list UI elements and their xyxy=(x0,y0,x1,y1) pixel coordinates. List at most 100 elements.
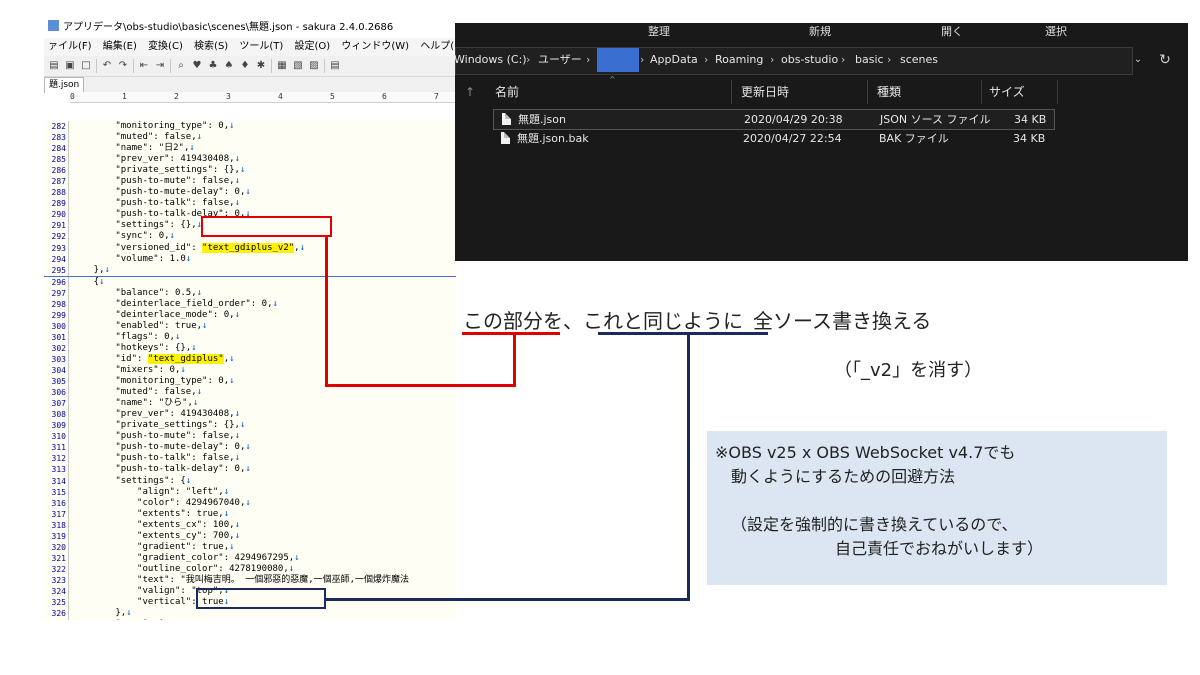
mark-icon[interactable]: ✱ xyxy=(255,60,267,72)
code-lines: 282 "monitoring_type": 0,↓ 283 "muted": f… xyxy=(44,121,456,620)
code-line: 318 "extents_cx": 100,↓ xyxy=(44,520,456,531)
breadcrumb-scenes[interactable]: scenes xyxy=(900,48,938,72)
note-line-2: 動くようにするための回避方法 xyxy=(731,467,956,486)
menu-tools[interactable]: ツール(T) xyxy=(235,41,287,52)
editor-text-area[interactable]: 282 "monitoring_type": 0,↓ 283 "muted": f… xyxy=(44,121,456,620)
file-icon xyxy=(501,132,510,144)
newline-mark-icon: ↓ xyxy=(272,298,278,309)
macro-icon[interactable]: ▨ xyxy=(308,60,320,72)
instruction-text: この部分を、これと同じように 全ソース書き換える xyxy=(463,305,931,334)
editor-tab-bar: 題.json xyxy=(44,77,456,93)
menu-settings[interactable]: 設定(O) xyxy=(291,41,335,52)
newline-mark-icon: ↓ xyxy=(223,486,230,497)
line-content: "push-to-talk-delay": 0,↓ xyxy=(72,464,250,475)
navy-connector-line xyxy=(687,334,690,601)
undo-icon[interactable]: ↶ xyxy=(101,60,113,72)
jump-forward-icon[interactable]: ⇥ xyxy=(154,60,166,72)
code-text: "push-to-talk": false, xyxy=(72,453,235,464)
jump-back-icon[interactable]: ⇤ xyxy=(138,60,150,72)
open-folder-icon[interactable]: ▤ xyxy=(48,60,60,72)
menu-file[interactable]: ァイル(F) xyxy=(44,41,96,52)
save-icon[interactable]: ▣ xyxy=(64,60,76,72)
address-row: Windows (C:) › ユーザー › › AppData › Roamin… xyxy=(455,47,1188,75)
code-text: "versioned_id": xyxy=(72,242,203,253)
breadcrumb-appdata[interactable]: AppData xyxy=(650,48,698,72)
menu-help[interactable]: ヘルプ(H) xyxy=(416,41,456,52)
column-header-modified[interactable]: 更新日時 xyxy=(741,80,789,104)
ribbon-select[interactable]: 選択 xyxy=(1045,23,1067,39)
ribbon-organize[interactable]: 整理 xyxy=(648,23,670,39)
line-number: 293 xyxy=(51,243,66,253)
close-file-icon[interactable]: □ xyxy=(80,60,92,72)
line-content: "id": "text_gdiplus",↓ xyxy=(72,353,235,365)
search-next-icon[interactable]: ♥ xyxy=(191,60,203,72)
redo-icon[interactable]: ↷ xyxy=(117,60,129,72)
code-text: "push-to-mute-delay": 0, xyxy=(72,187,246,198)
instruction-same-as: これと同じように xyxy=(583,309,743,333)
column-divider[interactable] xyxy=(867,80,868,104)
line-content: "align": "left",↓ xyxy=(72,487,229,498)
code-line: 314 "settings": {↓ xyxy=(44,476,456,487)
address-dropdown-icon[interactable]: ⌄ xyxy=(1129,47,1147,73)
line-content: "push-to-talk": false,↓ xyxy=(72,198,240,209)
breadcrumb-chevron-icon: › xyxy=(887,53,892,66)
newline-mark-icon: ↓ xyxy=(169,231,175,242)
code-line: 319 "extents_cy": 700,↓ xyxy=(44,531,456,542)
code-line: 301 "flags": 0,↓ xyxy=(44,332,456,343)
line-content: "muted": false,↓ xyxy=(72,132,202,143)
code-text: { xyxy=(72,276,100,287)
compare-icon[interactable]: ▧ xyxy=(292,60,304,72)
code-text: "muted": false, xyxy=(72,132,197,143)
column-header-type[interactable]: 種類 xyxy=(877,80,901,104)
code-line: 300 "enabled": true,↓ xyxy=(44,321,456,332)
column-divider[interactable] xyxy=(731,80,732,104)
sakura-app-icon xyxy=(48,20,59,31)
line-number: 287 xyxy=(51,177,66,187)
line-content: "monitoring_type": 0,↓ xyxy=(72,121,234,132)
grep-icon[interactable]: ♦ xyxy=(239,60,251,72)
ruler-mark: 6 xyxy=(382,92,387,101)
outline-icon[interactable]: ▦ xyxy=(276,60,288,72)
column-header-size[interactable]: サイズ xyxy=(989,80,1025,104)
ribbon-new[interactable]: 新規 xyxy=(809,23,831,39)
tab-file[interactable]: 題.json xyxy=(44,77,85,93)
breadcrumb-roaming[interactable]: Roaming xyxy=(715,48,763,72)
line-number: 326 xyxy=(51,609,66,619)
code-text: "push-to-mute": false, xyxy=(72,431,235,442)
file-row[interactable]: 無題.json 2020/04/29 20:38 JSON ソース ファイル 3… xyxy=(493,109,1055,130)
code-line: 294 "volume": 1.0↓ xyxy=(44,254,456,265)
replace-icon[interactable]: ♠ xyxy=(223,60,235,72)
settings-icon[interactable]: ▤ xyxy=(329,60,341,72)
line-content: {↓ xyxy=(72,277,105,288)
menu-edit[interactable]: 編集(E) xyxy=(99,41,141,52)
file-size: 34 KB xyxy=(1013,132,1046,145)
newline-mark-icon: ↓ xyxy=(202,320,208,331)
breadcrumb-chevron-icon: › xyxy=(526,53,531,66)
code-line: 295 },↓ xyxy=(44,265,456,277)
column-divider[interactable] xyxy=(1057,80,1058,104)
line-number: 291 xyxy=(51,221,66,231)
line-content: },↓ xyxy=(72,265,110,276)
navigate-up-icon[interactable]: ↑ xyxy=(465,85,475,99)
column-divider[interactable] xyxy=(981,80,982,104)
menu-search[interactable]: 検索(S) xyxy=(190,41,232,52)
code-line: 282 "monitoring_type": 0,↓ xyxy=(44,121,456,132)
code-line: 310 "push-to-mute": false,↓ xyxy=(44,431,456,442)
code-text: "push-to-talk": false, xyxy=(72,198,235,209)
breadcrumb-obs-studio[interactable]: obs-studio xyxy=(781,48,838,72)
newline-mark-icon: ↓ xyxy=(234,530,240,541)
breadcrumb-basic[interactable]: basic xyxy=(855,48,884,72)
search-prev-icon[interactable]: ♣ xyxy=(207,60,219,72)
line-number: 308 xyxy=(51,410,66,420)
breadcrumb-drive[interactable]: Windows (C:) xyxy=(455,48,527,72)
refresh-icon[interactable]: ↻ xyxy=(1155,47,1175,73)
column-header-name[interactable]: 名前 xyxy=(495,80,519,104)
file-row[interactable]: 無題.json.bak 2020/04/27 22:54 BAK ファイル 34… xyxy=(493,129,1053,148)
breadcrumb-users[interactable]: ユーザー xyxy=(538,48,582,72)
ribbon-open[interactable]: 開く xyxy=(941,23,963,39)
address-bar[interactable]: Windows (C:) › ユーザー › › AppData › Roamin… xyxy=(455,47,1133,75)
menu-window[interactable]: ウィンドウ(W) xyxy=(337,41,413,52)
menu-convert[interactable]: 変換(C) xyxy=(144,41,187,52)
search-icon[interactable]: ⌕ xyxy=(175,60,187,72)
code-text: "settings": { xyxy=(72,475,186,486)
